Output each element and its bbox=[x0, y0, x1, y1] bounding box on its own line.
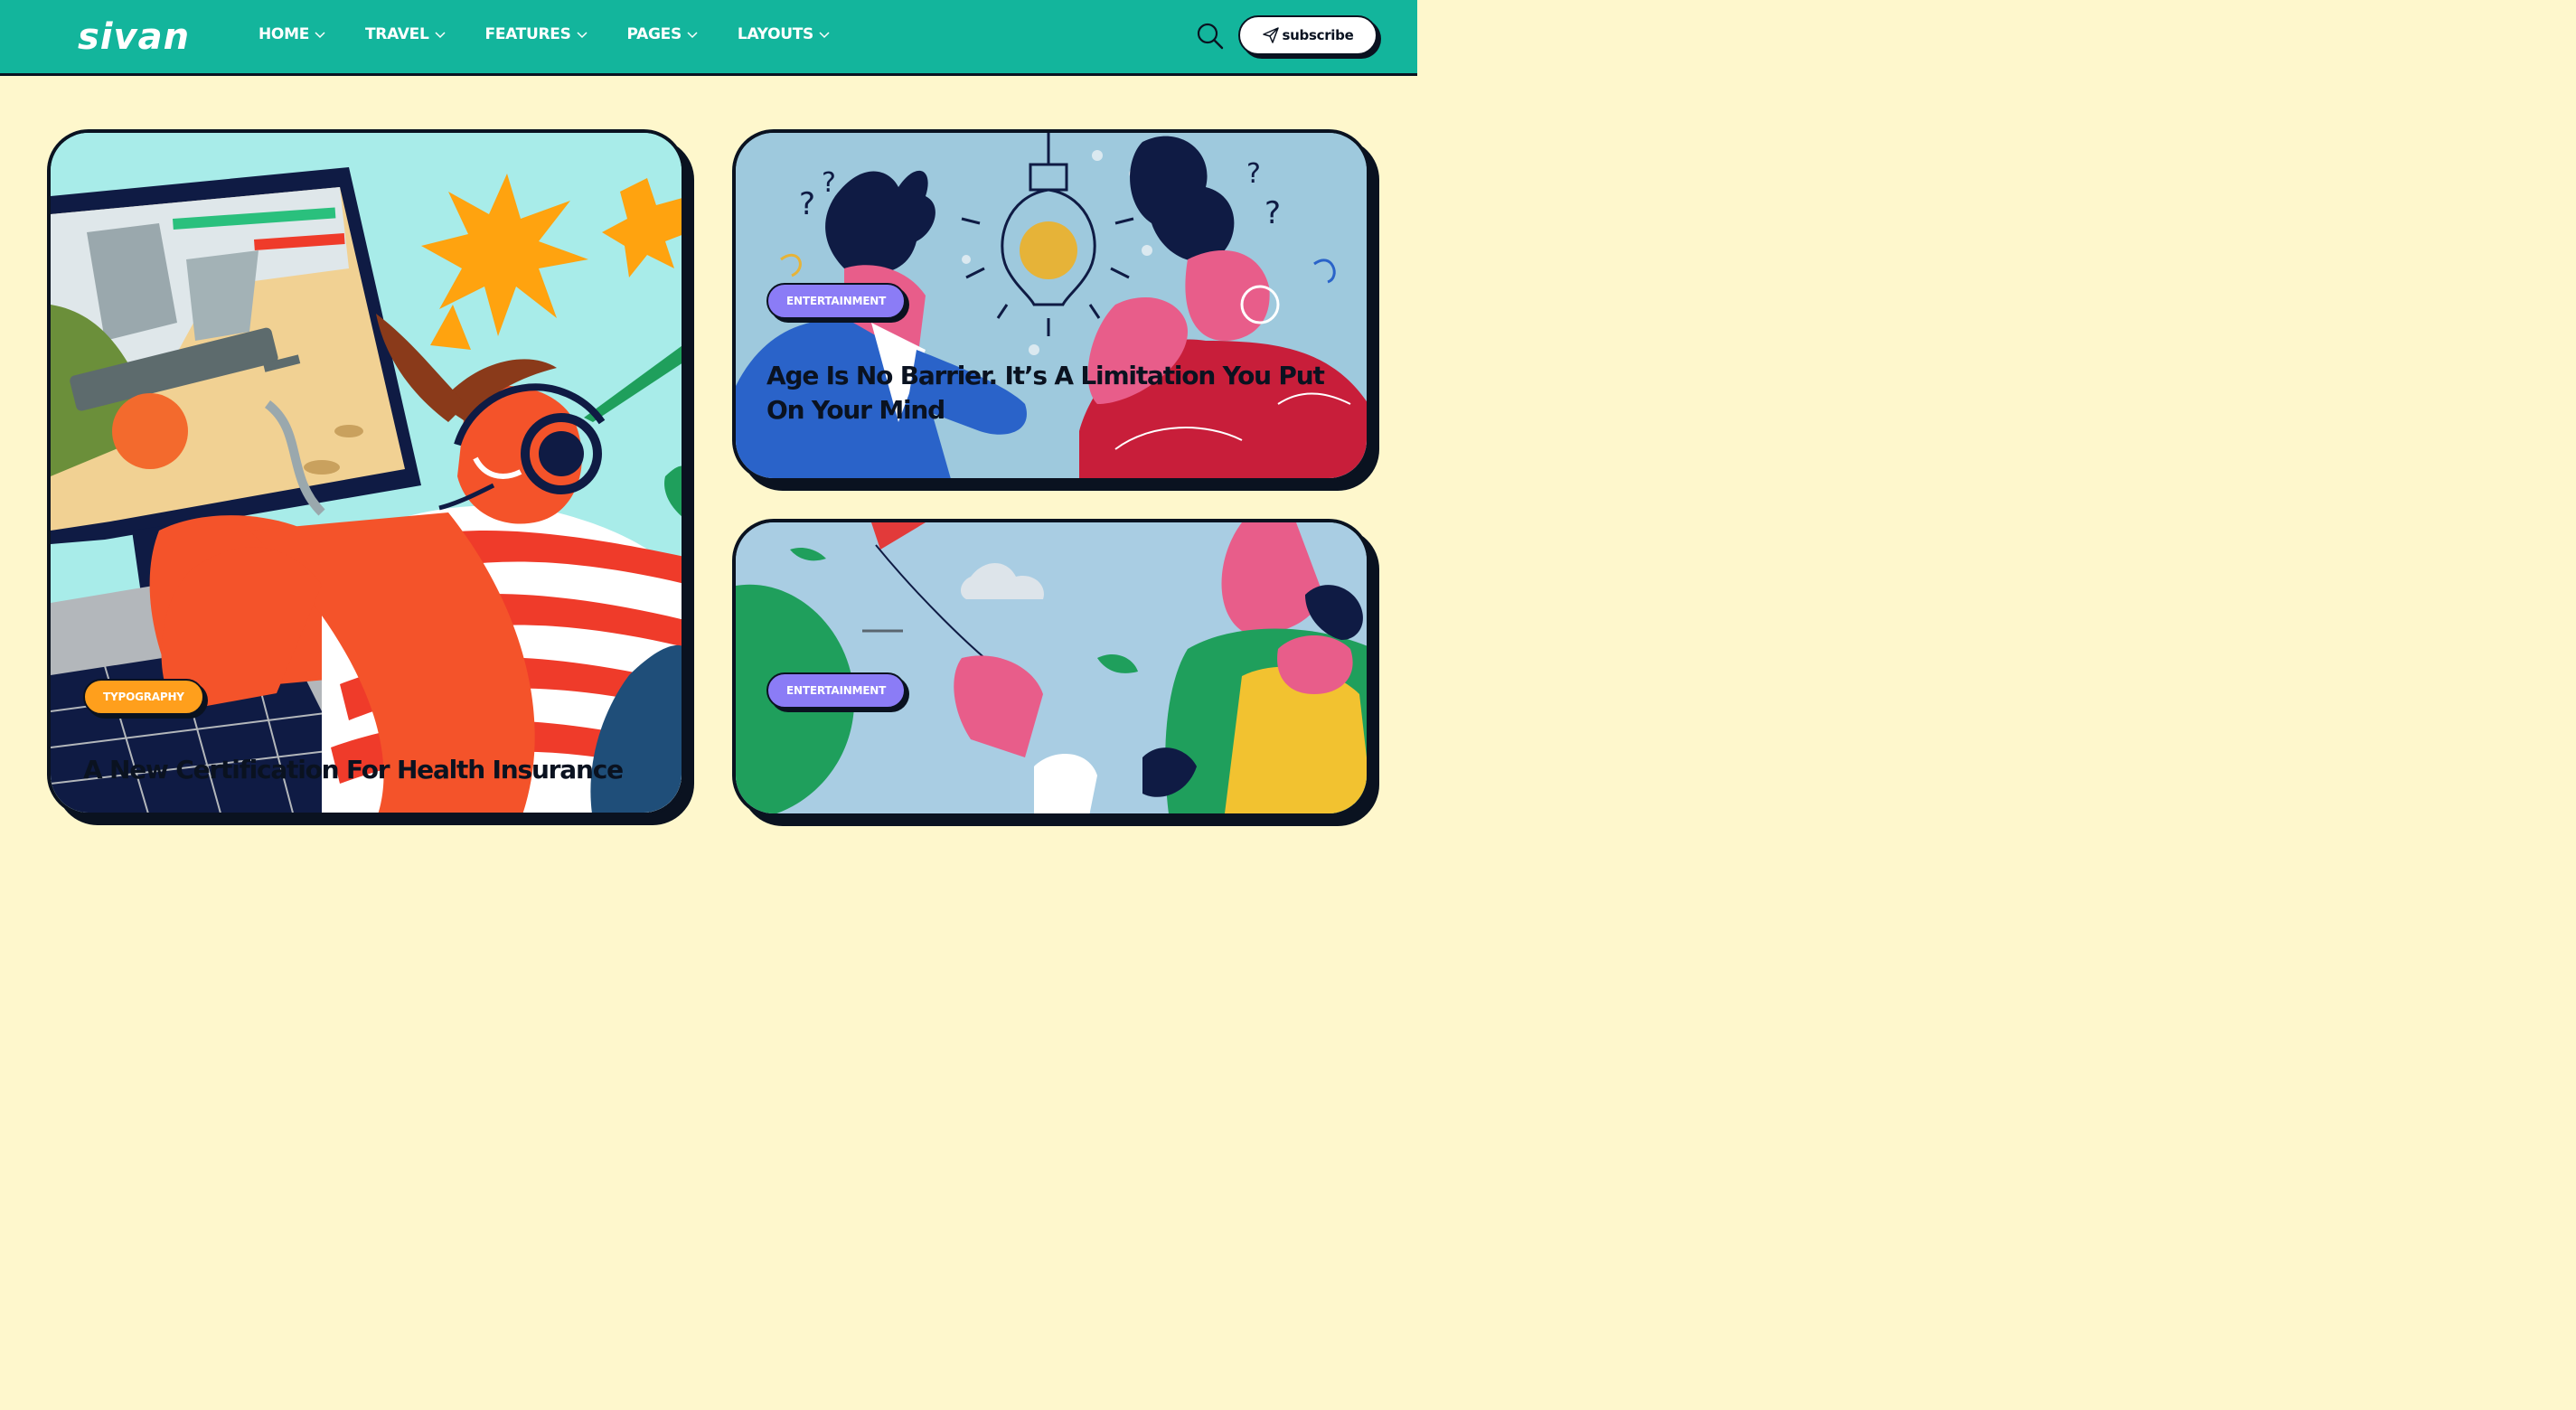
post-title[interactable]: A New Certification For Health Insurance bbox=[83, 753, 662, 787]
main-nav: HOME TRAVEL FEATURES PAGES LAYOUTS bbox=[259, 25, 870, 43]
subscribe-button[interactable]: subscribe bbox=[1238, 15, 1377, 55]
nav-item-layouts[interactable]: LAYOUTS bbox=[738, 25, 830, 43]
post-card-featured[interactable]: TYPOGRAPHY A New Certification For Healt… bbox=[47, 129, 685, 816]
svg-text:?: ? bbox=[799, 186, 815, 222]
nav-item-features[interactable]: FEATURES bbox=[485, 25, 588, 43]
nav-item-travel[interactable]: TRAVEL bbox=[365, 25, 446, 43]
search-icon[interactable] bbox=[1196, 22, 1225, 51]
nav-item-home[interactable]: HOME bbox=[259, 25, 325, 43]
category-badge[interactable]: ENTERTAINMENT bbox=[766, 283, 907, 319]
post-title[interactable]: Age Is No Barrier. It’s A Limitation You… bbox=[766, 359, 1345, 428]
category-badge[interactable]: TYPOGRAPHY bbox=[83, 679, 204, 715]
svg-text:?: ? bbox=[822, 167, 836, 199]
nav-item-pages[interactable]: PAGES bbox=[627, 25, 698, 43]
chevron-down-icon bbox=[315, 32, 325, 39]
send-icon bbox=[1262, 27, 1279, 43]
subscribe-label: subscribe bbox=[1282, 27, 1354, 43]
chevron-down-icon bbox=[819, 32, 830, 39]
chevron-down-icon bbox=[434, 32, 446, 39]
nav-label: LAYOUTS bbox=[737, 25, 813, 43]
svg-text:?: ? bbox=[1264, 195, 1281, 231]
nav-label: PAGES bbox=[626, 25, 682, 43]
category-label: ENTERTAINMENT bbox=[786, 684, 887, 697]
svg-text:?: ? bbox=[1246, 158, 1261, 190]
logo-text: sivan bbox=[78, 16, 190, 58]
site-header: sivan HOME TRAVEL FEATURES PAGES LAYOUTS bbox=[0, 0, 1417, 76]
nav-label: FEATURES bbox=[484, 25, 571, 43]
nav-label: HOME bbox=[259, 25, 310, 43]
nav-label: TRAVEL bbox=[365, 25, 429, 43]
category-label: TYPOGRAPHY bbox=[103, 691, 184, 703]
post-card[interactable]: ENTERTAINMENT bbox=[732, 519, 1370, 817]
chevron-down-icon bbox=[577, 32, 588, 39]
category-label: ENTERTAINMENT bbox=[786, 295, 887, 307]
site-logo[interactable]: sivan bbox=[78, 14, 204, 62]
post-card[interactable]: ? ? ? ? ENTERTAINMENT Age Is No Barrier.… bbox=[732, 129, 1370, 482]
kite-illustration bbox=[736, 522, 1367, 813]
category-badge[interactable]: ENTERTAINMENT bbox=[766, 672, 907, 709]
chevron-down-icon bbox=[687, 32, 698, 39]
